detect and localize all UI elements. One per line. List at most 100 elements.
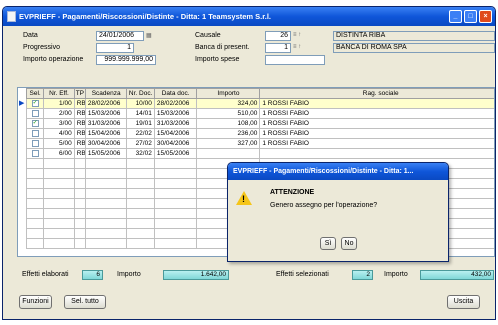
importo-spese-field[interactable] <box>265 55 325 65</box>
table-cell: 31/03/2006 <box>84 118 128 129</box>
importo-selezionati-label: Importo <box>384 271 408 278</box>
select-cell[interactable] <box>25 158 45 169</box>
table-cell <box>84 198 128 209</box>
select-cell[interactable] <box>25 168 45 179</box>
table-cell: 1 ROSSI FABIO <box>259 128 494 139</box>
select-cell[interactable] <box>25 148 45 159</box>
table-cell <box>153 238 198 249</box>
warning-exclamation: ! <box>242 194 245 204</box>
table-cell: 1/00 <box>43 98 75 109</box>
table-cell: 27/02 <box>126 138 155 149</box>
select-cell[interactable]: ✓ <box>25 118 45 129</box>
window-titlebar: EVPRIEFF - Pagamenti/Riscossioni/Distint… <box>3 7 495 26</box>
table-cell: 1 ROSSI FABIO <box>259 118 494 129</box>
select-cell[interactable] <box>25 218 45 229</box>
column-header[interactable]: TP <box>73 88 86 99</box>
table-row[interactable]: ✓ 1/00 RB 28/02/2006 10/00 28/02/2006 324,00 1 … <box>25 98 494 109</box>
causale-field[interactable]: 26 <box>265 31 291 41</box>
select-cell[interactable] <box>25 238 45 249</box>
minimize-button[interactable]: _ <box>449 10 462 23</box>
checkbox[interactable] <box>31 149 39 157</box>
table-cell: 510,00 <box>196 108 261 119</box>
select-cell[interactable] <box>25 128 45 139</box>
select-cell[interactable] <box>25 108 45 119</box>
table-cell <box>43 208 75 219</box>
select-cell[interactable] <box>25 138 45 149</box>
column-header[interactable]: Sel. <box>25 88 45 99</box>
sel-tutto-button[interactable]: Sel. tutto <box>64 295 106 309</box>
progressivo-field[interactable]: 1 <box>96 43 134 53</box>
effetti-selezionati-label: Effetti selezionati <box>276 271 329 278</box>
table-row[interactable]: 2/00 RB 15/03/2006 14/01 15/03/2006 510,00 1 R… <box>25 108 494 119</box>
table-cell <box>153 178 198 189</box>
importo-selezionati-value: 432,00 <box>420 270 494 280</box>
checkbox-checked-icon[interactable]: ✓ <box>31 99 39 107</box>
lookup-icon[interactable]: ≡ ↑ <box>293 32 301 38</box>
table-cell <box>196 148 261 159</box>
table-cell <box>153 168 198 179</box>
table-cell <box>43 198 75 209</box>
confirm-dialog: EVPRIEFF - Pagamenti/Riscossioni/Distint… <box>227 162 449 262</box>
table-cell: 327,00 <box>196 138 261 149</box>
uscita-button[interactable]: Uscita <box>447 295 480 309</box>
column-header[interactable]: Data doc. <box>153 88 198 99</box>
column-header[interactable]: Nr. Doc. <box>126 88 155 99</box>
table-cell: 15/05/2006 <box>84 148 128 159</box>
table-cell: 5/00 <box>43 138 75 149</box>
select-cell[interactable] <box>25 208 45 219</box>
table-cell <box>126 218 155 229</box>
table-cell <box>73 188 86 199</box>
table-row[interactable]: ✓ 3/00 RB 31/03/2006 19/01 31/03/2006 108,00 1 … <box>25 118 494 129</box>
table-cell <box>84 208 128 219</box>
table-cell <box>43 178 75 189</box>
checkbox[interactable] <box>31 109 39 117</box>
importo-spese-label: Importo spese <box>195 56 240 63</box>
table-cell <box>259 148 494 159</box>
table-cell <box>73 238 86 249</box>
no-button[interactable]: No <box>341 237 357 250</box>
column-header[interactable]: Importo <box>196 88 261 99</box>
checkbox[interactable] <box>31 129 39 137</box>
checkbox[interactable] <box>31 139 39 147</box>
table-row[interactable]: 5/00 RB 30/04/2006 27/02 30/04/2006 327,00 1 R… <box>25 138 494 149</box>
table-header: Sel. Nr. Eff. TP Scadenza Nr. Doc. Data … <box>25 88 494 99</box>
table-cell: RB <box>73 148 86 159</box>
table-cell <box>73 208 86 219</box>
table-cell: 28/02/2006 <box>84 98 128 109</box>
table-cell <box>73 218 86 229</box>
lookup-icon[interactable]: ≡ ↑ <box>293 44 301 50</box>
data-field[interactable]: 24/01/2006 <box>96 31 144 41</box>
table-row[interactable]: 6/00 RB 15/05/2006 32/02 15/05/2006 <box>25 148 494 159</box>
table-cell: 15/04/2006 <box>153 128 198 139</box>
table-cell <box>153 158 198 169</box>
funzioni-button[interactable]: Funzioni <box>19 295 52 309</box>
table-cell: 30/04/2006 <box>153 138 198 149</box>
table-cell: 6/00 <box>43 148 75 159</box>
table-cell <box>153 218 198 229</box>
select-cell[interactable] <box>25 178 45 189</box>
table-cell: 22/02 <box>126 128 155 139</box>
close-button[interactable]: × <box>479 10 492 23</box>
banca-field[interactable]: 1 <box>265 43 291 53</box>
table-cell <box>126 238 155 249</box>
column-header[interactable]: Nr. Eff. <box>43 88 75 99</box>
checkbox-checked-icon[interactable]: ✓ <box>31 119 39 127</box>
column-header[interactable]: Rag. sociale <box>259 88 494 99</box>
table-cell <box>126 178 155 189</box>
importo-operazione-field[interactable]: 999.999.999,00 <box>96 55 156 65</box>
table-cell: 15/05/2006 <box>153 148 198 159</box>
select-cell[interactable] <box>25 198 45 209</box>
column-header[interactable]: Scadenza <box>84 88 128 99</box>
table-cell: 324,00 <box>196 98 261 109</box>
table-cell: 1 ROSSI FABIO <box>259 98 494 109</box>
select-cell[interactable]: ✓ <box>25 98 45 109</box>
yes-button[interactable]: Sì <box>320 237 336 250</box>
dialog-message: Genero assegno per l'operazione? <box>270 202 378 209</box>
calendar-icon[interactable]: ▦ <box>146 32 152 39</box>
select-cell[interactable] <box>25 228 45 239</box>
select-cell[interactable] <box>25 188 45 199</box>
dialog-heading: ATTENZIONE <box>270 189 315 196</box>
maximize-button[interactable]: □ <box>464 10 477 23</box>
table-cell <box>126 188 155 199</box>
table-row[interactable]: 4/00 RB 15/04/2006 22/02 15/04/2006 236,00 1 R… <box>25 128 494 139</box>
